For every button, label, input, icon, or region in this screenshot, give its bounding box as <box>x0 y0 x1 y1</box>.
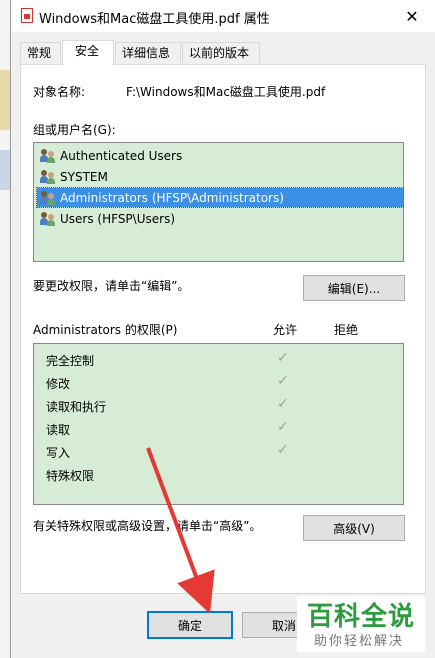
user-item-authenticated-users[interactable]: Authenticated Users <box>37 146 403 165</box>
window-title: Windows和Mac磁盘工具使用.pdf 属性 <box>39 12 270 27</box>
allow-check-icon: ✓ <box>277 373 289 389</box>
permission-name: 读取和执行 <box>46 400 107 414</box>
permission-row: 特殊权限 <box>34 463 403 486</box>
user-item-label: Authenticated Users <box>60 148 183 163</box>
object-name-label: 对象名称: <box>33 85 86 99</box>
users-group-icon <box>40 169 56 184</box>
users-group-icon <box>40 211 56 226</box>
tab-details[interactable]: 详细信息 <box>115 42 181 63</box>
watermark-subtitle: 助你轻松解决 <box>314 634 405 649</box>
user-item-label: Users (HFSP\Users) <box>60 211 175 226</box>
deny-column-header: 拒绝 <box>334 323 359 337</box>
user-item-users[interactable]: Users (HFSP\Users) <box>37 209 403 228</box>
permission-row: 写入 ✓ <box>34 440 403 463</box>
advanced-settings-hint: 有关特殊权限或高级设置，请单击“高级”。 <box>33 519 262 533</box>
permission-row: 读取和执行 ✓ <box>34 394 403 417</box>
tab-security[interactable]: 安全 <box>62 40 114 65</box>
edit-button[interactable]: 编辑(E)... <box>303 275 405 301</box>
watermark-title: 百科全说 <box>307 602 416 632</box>
allow-column-header: 允许 <box>273 323 298 337</box>
tab-previous-versions[interactable]: 以前的版本 <box>182 42 260 63</box>
allow-check-icon: ✓ <box>277 419 289 435</box>
desktop-background-strip <box>0 0 10 658</box>
ok-button[interactable]: 确定 <box>147 611 233 639</box>
group-or-user-label: 组或用户名(G): <box>33 123 116 137</box>
properties-window: Windows和Mac磁盘工具使用.pdf 属性 ✕ 常规 安全 详细信息 以前… <box>10 0 435 658</box>
desktop-file-peek <box>0 150 10 190</box>
permission-name: 写入 <box>46 446 71 460</box>
watermark-logo: 百科全说 助你轻松解决 <box>297 596 425 652</box>
permissions-header: Administrators 的权限(P) <box>33 323 178 337</box>
user-item-label: Administrators (HFSP\Administrators) <box>60 190 284 205</box>
user-list[interactable]: Authenticated Users SYSTEM Administrator… <box>33 142 404 262</box>
change-permissions-hint: 要更改权限，请单击“编辑”。 <box>33 279 190 293</box>
desktop-file-peek <box>0 70 10 130</box>
title-bar[interactable]: Windows和Mac磁盘工具使用.pdf 属性 ✕ <box>11 0 435 32</box>
permissions-list: 完全控制 ✓ 修改 ✓ 读取和执行 ✓ 读取 ✓ 写入 ✓ 特殊权限 <box>33 343 404 505</box>
allow-check-icon: ✓ <box>277 442 289 458</box>
permission-row: 修改 ✓ <box>34 371 403 394</box>
permission-name: 修改 <box>46 377 71 391</box>
allow-check-icon: ✓ <box>277 350 289 366</box>
close-button[interactable]: ✕ <box>389 0 435 32</box>
allow-check-icon: ✓ <box>277 396 289 412</box>
pdf-file-icon <box>21 8 33 23</box>
user-item-label: SYSTEM <box>60 169 108 184</box>
close-icon: ✕ <box>405 6 419 26</box>
advanced-button[interactable]: 高级(V) <box>303 515 405 541</box>
permission-row: 完全控制 ✓ <box>34 348 403 371</box>
permission-name: 完全控制 <box>46 354 95 368</box>
object-name-value: F:\Windows和Mac磁盘工具使用.pdf <box>126 85 326 99</box>
permission-name: 特殊权限 <box>46 469 95 483</box>
permission-row: 读取 ✓ <box>34 417 403 440</box>
tab-general[interactable]: 常规 <box>20 42 61 63</box>
security-panel: 对象名称: F:\Windows和Mac磁盘工具使用.pdf 组或用户名(G):… <box>20 64 426 594</box>
users-group-icon <box>40 148 56 163</box>
users-group-icon <box>40 190 56 205</box>
permission-name: 读取 <box>46 423 71 437</box>
user-item-system[interactable]: SYSTEM <box>37 167 403 186</box>
user-item-administrators[interactable]: Administrators (HFSP\Administrators) <box>36 187 404 208</box>
